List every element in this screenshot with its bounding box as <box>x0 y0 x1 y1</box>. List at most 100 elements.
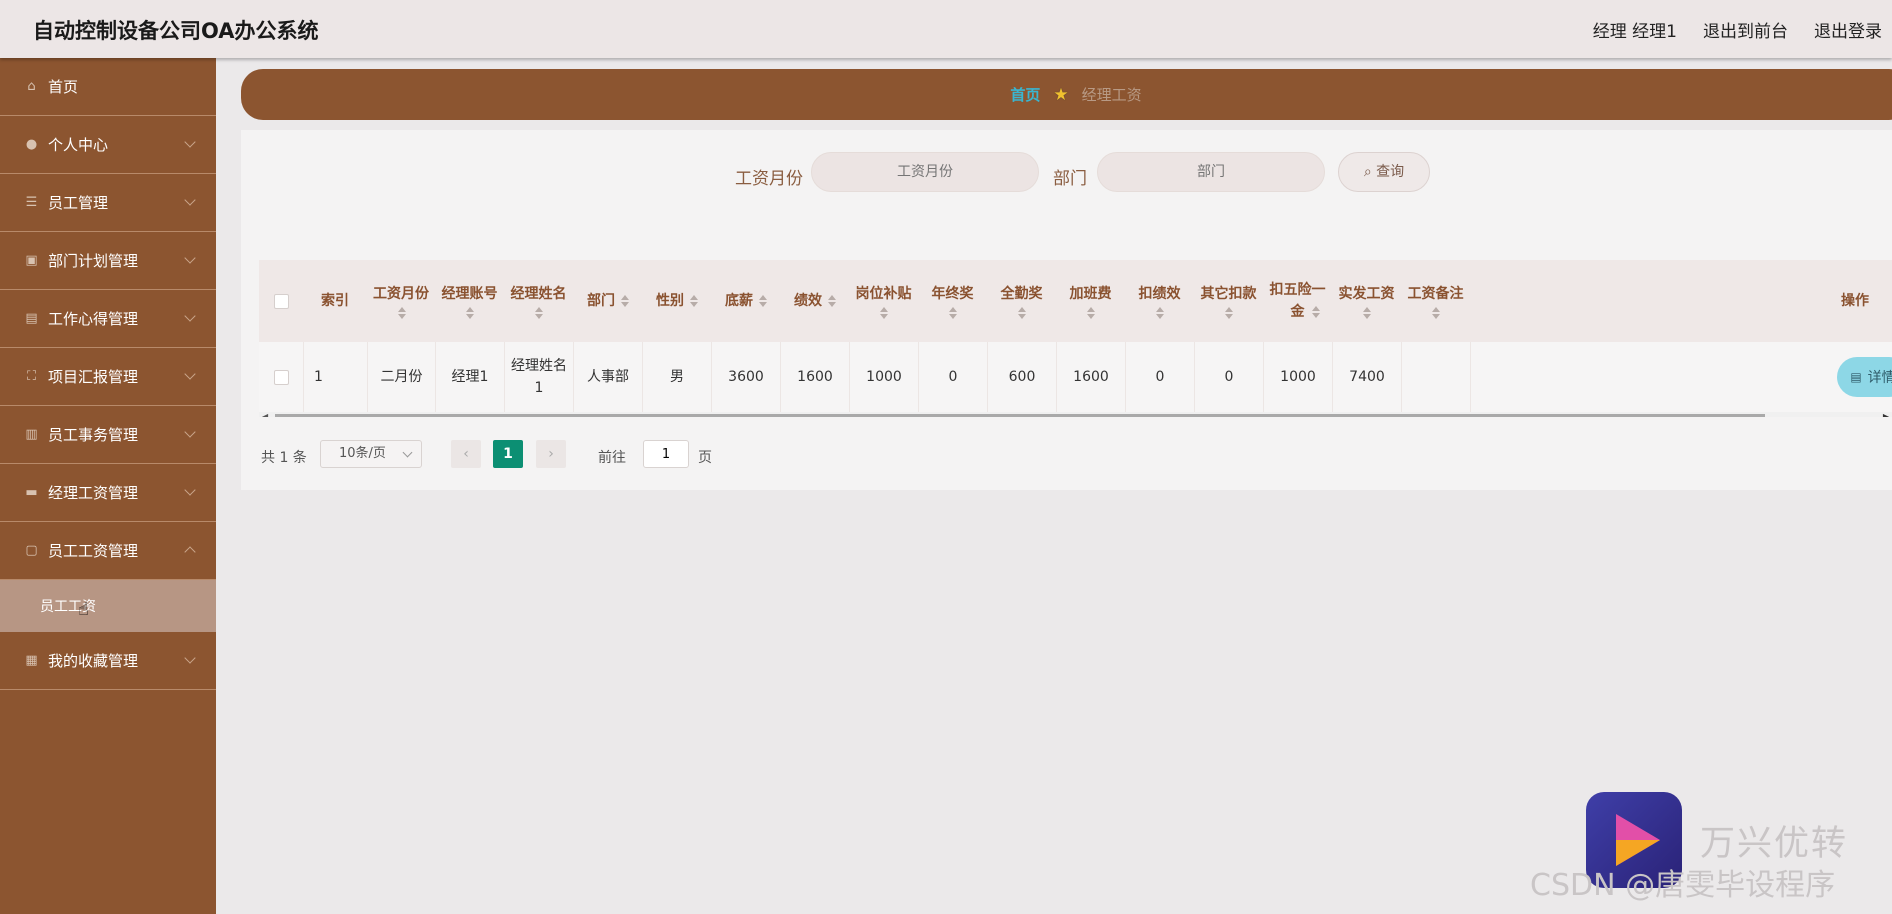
sidebar-item-employee-affairs[interactable]: ▥ 员工事务管理 <box>0 406 216 464</box>
prev-page-button[interactable]: ‹ <box>451 440 481 468</box>
user-icon: ● <box>25 137 38 152</box>
horizontal-scrollbar[interactable]: ◀ ▶ <box>259 412 1892 417</box>
chevron-down-icon <box>184 194 196 206</box>
sort-icon[interactable] <box>535 306 543 320</box>
goto-page-input[interactable] <box>643 440 689 468</box>
column-header-label: 性别 <box>656 293 684 309</box>
chart-icon: ▤ <box>25 311 38 326</box>
department-label: 部门 <box>1053 169 1087 189</box>
column-header-label: 索引 <box>321 293 349 309</box>
table-row: 1 二月份 经理1 经理姓名1 人事部 男 3600 1600 1000 0 6… <box>259 342 1892 412</box>
next-page-button[interactable]: › <box>536 440 566 468</box>
scrollbar-thumb[interactable] <box>275 414 1765 417</box>
scroll-left-icon[interactable]: ◀ <box>262 412 268 417</box>
sort-icon[interactable] <box>1363 306 1371 320</box>
detail-button[interactable]: ▤ 详情 <box>1837 357 1892 397</box>
pagination-total: 共 1 条 <box>261 450 307 466</box>
sort-icon[interactable] <box>828 294 836 308</box>
sort-icon[interactable] <box>1087 306 1095 320</box>
cell-performance: 1600 <box>780 342 849 412</box>
chevron-up-icon <box>184 546 196 558</box>
sidebar-item-manager-salary[interactable]: ▬ 经理工资管理 <box>0 464 216 522</box>
department-input[interactable] <box>1097 152 1325 192</box>
column-month[interactable]: 工资月份 <box>367 260 435 342</box>
breadcrumb-home[interactable]: 首页 <box>1010 84 1040 105</box>
column-department[interactable]: 部门 <box>573 260 642 342</box>
sort-icon[interactable] <box>880 306 888 320</box>
goto-label: 前往 <box>598 450 626 466</box>
frame-icon: ⛶ <box>26 369 37 384</box>
grid-icon: ▦ <box>25 653 38 668</box>
clipboard-icon: ▣ <box>25 253 38 268</box>
exit-to-front-link[interactable]: 退出到前台 <box>1703 17 1788 42</box>
sidebar-item-label: 员工管理 <box>48 194 109 212</box>
sort-icon[interactable] <box>621 294 629 308</box>
sidebar-item-my-favorites[interactable]: ▦ 我的收藏管理 <box>0 632 216 690</box>
sidebar-item-home[interactable]: ⌂ 首页 <box>0 58 216 116</box>
sidebar-item-label: 工作心得管理 <box>48 310 139 328</box>
salary-month-input[interactable] <box>811 152 1039 192</box>
star-icon: ★ <box>1053 84 1069 105</box>
column-actual-salary[interactable]: 实发工资 <box>1332 260 1401 342</box>
sort-icon[interactable] <box>1312 306 1320 319</box>
logout-link[interactable]: 退出登录 <box>1814 17 1882 42</box>
watermark-csdn: CSDN @唐雯毕设程序 <box>1530 868 1836 903</box>
sort-icon[interactable] <box>1156 306 1164 320</box>
sort-icon[interactable] <box>1018 306 1026 320</box>
column-header-label: 操作 <box>1841 293 1869 309</box>
sidebar-item-employee-management[interactable]: ☰ 员工管理 <box>0 174 216 232</box>
breadcrumb-current: 经理工资 <box>1081 86 1142 104</box>
select-all-checkbox[interactable] <box>273 293 289 309</box>
sidebar-item-project-report[interactable]: ⛶ 项目汇报管理 <box>0 348 216 406</box>
column-allowance[interactable]: 岗位补贴 <box>849 260 918 342</box>
chevron-down-icon <box>184 368 196 380</box>
column-other-deductions[interactable]: 其它扣款 <box>1194 260 1263 342</box>
sidebar-item-personal-center[interactable]: ● 个人中心 <box>0 116 216 174</box>
current-page-button[interactable]: 1 <box>493 440 523 468</box>
salary-table: 索引 工资月份 经理账号 经理姓名 部门 性别 底薪 绩效 岗位补贴 年终奖 全… <box>259 260 1892 417</box>
top-right-links: 经理 经理1 退出到前台 退出登录 <box>1593 17 1882 42</box>
query-button[interactable]: ⌕ 查询 <box>1338 152 1430 192</box>
search-icon: ⌕ <box>1363 164 1372 180</box>
column-gender[interactable]: 性别 <box>642 260 711 342</box>
cell-department: 人事部 <box>573 342 642 412</box>
sort-icon[interactable] <box>397 306 406 320</box>
column-base-salary[interactable]: 底薪 <box>711 260 780 342</box>
column-action: 操作 <box>1819 260 1891 342</box>
sidebar-item-work-notes[interactable]: ▤ 工作心得管理 <box>0 290 216 348</box>
column-name[interactable]: 经理姓名 <box>504 260 573 342</box>
sort-icon[interactable] <box>466 306 474 320</box>
column-remark[interactable]: 工资备注 <box>1401 260 1470 342</box>
sort-icon[interactable] <box>1225 306 1233 320</box>
column-year-end-bonus[interactable]: 年终奖 <box>918 260 987 342</box>
sort-icon[interactable] <box>759 294 767 308</box>
column-header-label: 经理账号 <box>441 285 498 302</box>
column-deduct-performance[interactable]: 扣绩效 <box>1125 260 1194 342</box>
column-overtime[interactable]: 加班费 <box>1056 260 1125 342</box>
sort-icon[interactable] <box>949 306 957 320</box>
column-header-label: 工资月份 <box>373 285 429 302</box>
column-header-label: 全勤奖 <box>1000 285 1043 302</box>
row-checkbox[interactable] <box>273 369 289 385</box>
scroll-right-icon[interactable]: ▶ <box>1883 412 1889 417</box>
column-index: 索引 <box>303 260 367 342</box>
column-account[interactable]: 经理账号 <box>435 260 504 342</box>
sidebar-item-label: 首页 <box>48 78 79 96</box>
cell-year-end-bonus: 0 <box>918 342 987 412</box>
column-performance[interactable]: 绩效 <box>780 260 849 342</box>
sidebar-item-employee-salary[interactable]: ▢ 员工工资管理 <box>0 522 216 580</box>
sidebar-subitem-employee-salary[interactable]: 员工工资 ☝ <box>0 580 216 632</box>
sidebar-item-label: 员工工资管理 <box>48 542 139 560</box>
chevron-down-icon <box>402 447 413 458</box>
column-attendance-bonus[interactable]: 全勤奖 <box>987 260 1056 342</box>
chevron-down-icon <box>184 426 196 438</box>
sidebar-item-department-plan[interactable]: ▣ 部门计划管理 <box>0 232 216 290</box>
column-header-label: 实发工资 <box>1338 285 1395 302</box>
app-title: 自动控制设备公司OA办公系统 <box>33 19 319 43</box>
sort-icon[interactable] <box>690 294 698 308</box>
column-insurance[interactable]: 扣五险一金 <box>1263 260 1332 342</box>
page-size-select[interactable]: 10条/页 <box>320 440 422 468</box>
sort-icon[interactable] <box>1432 306 1440 320</box>
column-header-label: 绩效 <box>794 293 822 309</box>
search-form: 工资月份 部门 ⌕ 查询 <box>241 152 1892 196</box>
